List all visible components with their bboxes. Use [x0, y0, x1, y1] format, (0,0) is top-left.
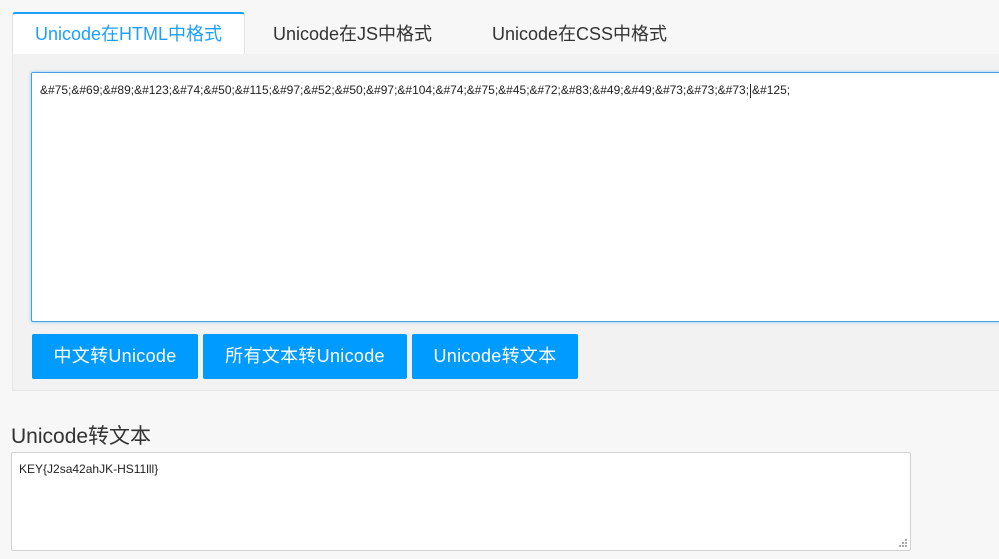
- tab-unicode-js[interactable]: Unicode在JS中格式: [260, 12, 445, 54]
- tab-unicode-css[interactable]: Unicode在CSS中格式: [468, 12, 691, 54]
- converter-panel: &#75;&#69;&#89;&#123;&#74;&#50;&#115;&#9…: [12, 54, 999, 391]
- input-text-before-caret: &#75;&#69;&#89;&#123;&#74;&#50;&#115;&#9…: [40, 83, 750, 97]
- tab-bar: Unicode在HTML中格式 Unicode在JS中格式 Unicode在CS…: [12, 12, 999, 55]
- chinese-to-unicode-button[interactable]: 中文转Unicode: [32, 334, 198, 379]
- text-caret: [750, 83, 752, 98]
- input-text-after-caret: &#125;: [752, 83, 791, 97]
- output-section-title: Unicode转文本: [11, 425, 152, 448]
- unicode-input-textarea[interactable]: &#75;&#69;&#89;&#123;&#74;&#50;&#115;&#9…: [31, 72, 999, 322]
- tab-unicode-html[interactable]: Unicode在HTML中格式: [12, 12, 245, 55]
- unicode-to-text-button[interactable]: Unicode转文本: [412, 334, 578, 379]
- resize-grip-icon[interactable]: [897, 537, 907, 547]
- all-text-to-unicode-button[interactable]: 所有文本转Unicode: [203, 334, 407, 379]
- text-output-textarea[interactable]: KEY{J2sa42ahJK-HS11lll}: [11, 452, 911, 551]
- output-text: KEY{J2sa42ahJK-HS11lll}: [19, 462, 159, 476]
